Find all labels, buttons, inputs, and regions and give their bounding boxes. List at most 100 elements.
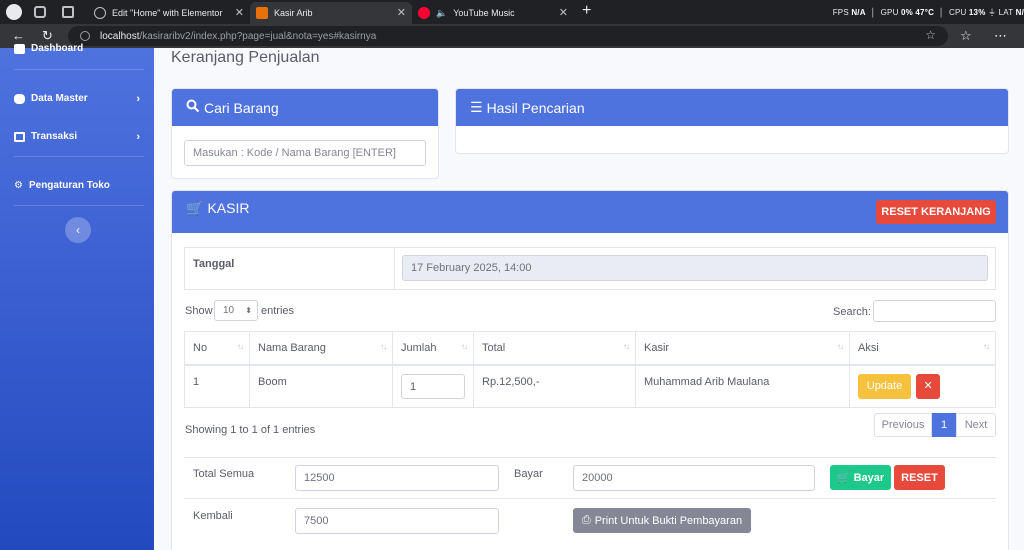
sort-icon: ↑↓ xyxy=(623,342,630,351)
close-icon[interactable]: ✕ xyxy=(235,6,244,19)
column-header-label: Kasir xyxy=(644,341,670,354)
database-icon xyxy=(14,93,25,104)
cart-table: No ↑↓ Nama Barang ↑↓ Jumlah ↑↓ Total ↑↓ Kasi… xyxy=(184,331,996,408)
cart-icon: 🛒 xyxy=(186,200,204,216)
total-semua-field: 12500 xyxy=(295,465,499,491)
new-tab-icon[interactable]: + xyxy=(582,2,591,20)
card-title: Cari Barang xyxy=(204,99,279,116)
column-header[interactable]: Jumlah ↑↓ xyxy=(392,331,474,366)
search-barang-input[interactable]: Masukan : Kode / Nama Barang [ENTER] xyxy=(184,140,426,166)
sidebar-divider xyxy=(14,156,144,157)
bookmark-star-icon[interactable]: ☆ xyxy=(925,28,936,42)
sort-icon: ↑↓ xyxy=(461,342,468,351)
tab-title: Edit "Home" with Elementor xyxy=(112,8,223,18)
tab-kasir-arib[interactable]: Kasir Arib ✕ xyxy=(250,2,412,24)
table-info: Showing 1 to 1 of 1 entries xyxy=(185,424,316,436)
back-icon[interactable]: ← xyxy=(12,28,25,43)
tab-title: YouTube Music xyxy=(453,8,515,18)
entries-label: entries xyxy=(261,305,295,317)
gpu-label: GPU xyxy=(880,8,899,17)
print-button[interactable]: ⎙ Print Untuk Bukti Pembayaran xyxy=(573,508,751,533)
bayar-label: Bayar xyxy=(514,468,543,480)
table-row: 1 Boom 1 Rp.12,500,- Muhammad Arib Maula… xyxy=(184,364,996,408)
plug-icon: ⏚ xyxy=(987,8,997,17)
hasil-pencarian-card: ☰ Hasil Pencarian xyxy=(455,88,1009,154)
sidebar-item-dashboard[interactable]: Dashboard xyxy=(14,43,144,54)
card-title: Hasil Pencarian xyxy=(486,99,585,116)
url-host: localhost xyxy=(100,30,140,42)
main-content: Keranjang Penjualan Cari Barang Masukan … xyxy=(154,48,1024,550)
close-icon[interactable]: ✕ xyxy=(559,6,568,19)
tanggal-field: 17 February 2025, 14:00 xyxy=(402,255,988,281)
column-header-label: Aksi xyxy=(858,341,879,354)
sort-icon: ↑↓ xyxy=(983,342,990,351)
column-header[interactable]: No ↑↓ xyxy=(184,331,250,366)
table-header-row: No ↑↓ Nama Barang ↑↓ Jumlah ↑↓ Total ↑↓ Kasi… xyxy=(184,331,996,366)
site-info-icon[interactable] xyxy=(80,31,90,41)
sidebar-item-label: Dashboard xyxy=(31,43,84,54)
sort-icon: ↑↓ xyxy=(237,342,244,351)
update-button[interactable]: Update xyxy=(858,373,911,399)
sidebar-item-data-master[interactable]: Data Master › xyxy=(14,93,144,105)
card-header: ☰ Hasil Pencarian xyxy=(456,89,1008,126)
cari-barang-card: Cari Barang Masukan : Kode / Nama Barang… xyxy=(171,88,439,179)
pagination: Previous 1 Next xyxy=(874,413,996,437)
cell-nama-barang: Boom xyxy=(249,364,393,408)
column-header[interactable]: Kasir ↑↓ xyxy=(635,331,850,366)
column-header[interactable]: Total ↑↓ xyxy=(473,331,636,366)
extensions-icon[interactable]: ⋯ xyxy=(994,28,1007,44)
list-icon: ☰ xyxy=(470,99,483,115)
column-header-label: Jumlah xyxy=(401,341,437,354)
tab-title: Kasir Arib xyxy=(274,8,313,18)
kasir-favicon-icon xyxy=(256,7,268,19)
workspaces-icon[interactable] xyxy=(34,6,46,18)
favorites-icon[interactable]: ☆ xyxy=(960,28,972,44)
url-path: /kasiraribv2/index.php?page=jual&nota=ye… xyxy=(139,30,377,42)
card-title: KASIR xyxy=(207,200,250,216)
browser-tab-bar: Edit "Home" with Elementor ✕ Kasir Arib … xyxy=(0,0,1024,24)
sort-icon: ↑↓ xyxy=(837,342,844,351)
pagination-previous[interactable]: Previous xyxy=(874,413,932,437)
gpu-temp: 47°C xyxy=(915,8,935,17)
url-field[interactable]: localhost/kasiraribv2/index.php?page=jua… xyxy=(68,26,948,46)
browser-address-bar: ← ↻ localhost/kasiraribv2/index.php?page… xyxy=(0,24,1024,48)
jumlah-input[interactable]: 1 xyxy=(401,373,465,399)
search-icon xyxy=(186,99,200,116)
cell-jumlah: 1 xyxy=(392,364,474,408)
tab-youtube-music[interactable]: 🔈 YouTube Music ✕ xyxy=(412,2,574,24)
bayar-input[interactable]: 20000 xyxy=(573,465,815,491)
table-search-input[interactable] xyxy=(873,300,996,322)
sidebar-item-transaksi[interactable]: Transaksi › xyxy=(14,130,144,143)
reset-keranjang-button[interactable]: RESET KERANJANG xyxy=(876,200,996,224)
profile-icon[interactable] xyxy=(6,4,22,20)
reload-icon[interactable]: ↻ xyxy=(42,28,53,44)
tab-actions-icon[interactable] xyxy=(62,6,74,18)
column-header[interactable]: Aksi ↑↓ xyxy=(849,331,996,366)
globe-icon xyxy=(94,7,106,19)
monitor-icon xyxy=(14,131,25,142)
column-header-label: No xyxy=(193,341,208,354)
tanggal-label: Tanggal xyxy=(184,247,395,290)
cell-no: 1 xyxy=(184,364,250,408)
fps-label: FPS xyxy=(832,8,849,17)
bayar-button[interactable]: 🛒 Bayar xyxy=(830,465,891,490)
pagination-next[interactable]: Next xyxy=(956,413,996,437)
close-icon[interactable]: ✕ xyxy=(397,6,406,19)
reset-button[interactable]: RESET xyxy=(894,465,945,490)
sidebar-item-pengaturan-toko[interactable]: ⚙ Pengaturan Toko xyxy=(14,180,144,191)
tab-elementor[interactable]: Edit "Home" with Elementor ✕ xyxy=(88,2,250,24)
lat-label: LAT xyxy=(998,8,1014,17)
cpu-value: 13% xyxy=(968,8,986,17)
delete-button[interactable]: ✕ xyxy=(916,373,941,399)
chevron-right-icon: › xyxy=(136,130,140,143)
gpu-value: 0% xyxy=(900,8,913,17)
performance-overlay: FPS N/A │ GPU 0% 47°C │ CPU 13% ⏚ LAT N/ xyxy=(832,8,1024,17)
show-label: Show xyxy=(185,305,213,317)
sidebar-toggle-button[interactable]: ‹ xyxy=(65,217,91,243)
column-header[interactable]: Nama Barang ↑↓ xyxy=(249,331,393,366)
entries-select[interactable]: 10 ⬍ xyxy=(214,300,258,321)
kembali-label: Kembali xyxy=(193,510,233,522)
speaker-icon[interactable]: 🔈 xyxy=(436,8,447,19)
updown-icon: ⬍ xyxy=(245,306,252,315)
pagination-page-1[interactable]: 1 xyxy=(932,413,956,437)
